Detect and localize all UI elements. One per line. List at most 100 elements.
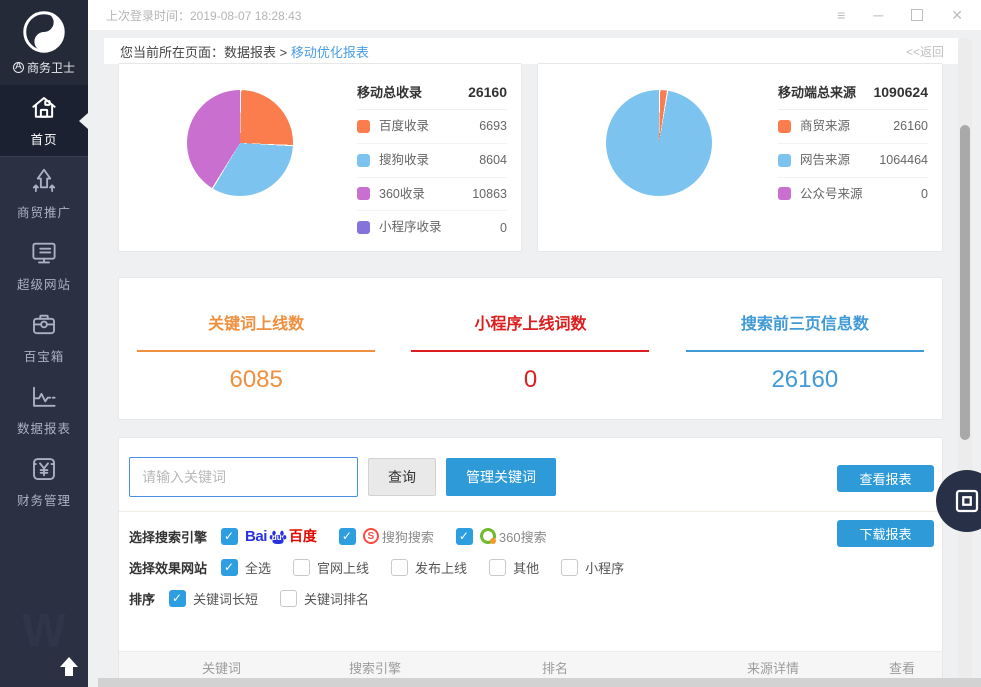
- mobile-index-legend: 移动总收录 26160 百度收录 6693 搜狗收录 8604 360收录 10…: [357, 82, 507, 244]
- breadcrumb: 您当前所在页面：数据报表 > 移动优化报表: [120, 42, 369, 61]
- sidebar-item-label: 超级网站: [17, 274, 71, 293]
- engine-option-baidu[interactable]: Bai du 百度: [221, 526, 317, 546]
- download-report-button[interactable]: 下载报表: [837, 520, 934, 547]
- legend-swatch: [778, 120, 791, 133]
- checkbox[interactable]: [280, 590, 297, 607]
- keyword-search-input[interactable]: [129, 457, 358, 497]
- sidebar-item-label: 数据报表: [17, 418, 71, 437]
- checkbox[interactable]: [489, 559, 506, 576]
- vertical-scrollbar[interactable]: [958, 38, 972, 687]
- sort-option-length[interactable]: 关键词长短: [169, 589, 258, 608]
- app-logo-block: w A 商务卫士: [0, 0, 88, 85]
- engine-option-sogou[interactable]: S 搜狗搜索: [339, 527, 434, 546]
- search-row: 查询 管理关键词 查看报表 下载报表: [119, 438, 942, 512]
- checkbox[interactable]: [221, 559, 238, 576]
- checkbox[interactable]: [221, 528, 238, 545]
- scrollbar-thumb[interactable]: [960, 125, 970, 440]
- website-icon: [29, 238, 59, 268]
- sogou-logo-icon: S: [363, 528, 379, 544]
- close-icon[interactable]: ✕: [951, 8, 963, 22]
- maximize-icon[interactable]: [911, 9, 923, 21]
- checkbox[interactable]: [169, 590, 186, 607]
- site-option-other[interactable]: 其他: [489, 558, 539, 577]
- horizontal-scrollbar[interactable]: [98, 678, 981, 687]
- sidebar-item-label: 首页: [30, 129, 57, 148]
- mobile-source-legend: 移动端总来源 1090624 商贸来源 26160 网告来源 1064464 公…: [778, 82, 928, 210]
- keyword-filter-card: 查询 管理关键词 查看报表 下载报表 选择搜索引擎 Bai du: [118, 437, 943, 686]
- baidu-logo-icon: Bai du 百度: [245, 526, 317, 546]
- legend-item: 360收录 10863: [357, 178, 507, 212]
- app-logo-icon: w: [22, 10, 66, 54]
- sort-option-rank[interactable]: 关键词排名: [280, 589, 369, 608]
- main-content: 您当前所在页面：数据报表 > 移动优化报表 <<返回 移动总收录 26160 百…: [88, 30, 981, 687]
- breadcrumb-prefix: 您当前所在页面：: [120, 45, 224, 60]
- sidebar-item-finance[interactable]: 财务管理: [0, 445, 88, 517]
- breadcrumb-section[interactable]: 数据报表: [224, 45, 276, 60]
- finance-icon: [29, 454, 59, 484]
- mobile-source-pie-chart: [606, 90, 712, 196]
- legend-item: 百度收录 6693: [357, 110, 507, 144]
- sidebar-watermark: W: [0, 603, 88, 657]
- active-notch: [79, 113, 88, 129]
- query-button[interactable]: 查询: [368, 458, 436, 496]
- legend-swatch: [778, 187, 791, 200]
- brand-name: A 商务卫士: [13, 59, 75, 76]
- last-login-text: 上次登录时间：2019-08-07 18:28:43: [106, 7, 301, 24]
- report-icon: [29, 382, 59, 412]
- chart-total: 26160: [468, 84, 507, 100]
- sidebar: w A 商务卫士 首页 商贸推广 超级网站 百宝箱 数据报表: [0, 0, 88, 687]
- checkbox[interactable]: [456, 528, 473, 545]
- mobile-index-pie-chart: [187, 90, 293, 196]
- minimize-icon[interactable]: ─: [873, 8, 883, 22]
- sidebar-item-toolbox[interactable]: 百宝箱: [0, 301, 88, 373]
- svg-text:w: w: [45, 17, 54, 28]
- checkbox[interactable]: [561, 559, 578, 576]
- engine-option-360[interactable]: 360搜索: [456, 527, 547, 546]
- site-row-label: 选择效果网站: [129, 558, 207, 577]
- breadcrumb-current[interactable]: 移动优化报表: [291, 45, 369, 60]
- chart-total: 1090624: [873, 84, 928, 100]
- sidebar-item-promotion[interactable]: 商贸推广: [0, 157, 88, 229]
- legend-swatch: [357, 187, 370, 200]
- back-link[interactable]: <<返回: [906, 43, 944, 60]
- engine-select-row: 选择搜索引擎 Bai du 百度: [119, 520, 942, 552]
- checkbox[interactable]: [293, 559, 310, 576]
- manage-keywords-button[interactable]: 管理关键词: [446, 458, 556, 496]
- stat-keywords-online: 关键词上线数 6085: [119, 278, 393, 419]
- site-option-publish[interactable]: 发布上线: [391, 558, 467, 577]
- mobile-index-card: 移动总收录 26160 百度收录 6693 搜狗收录 8604 360收录 10…: [118, 63, 522, 252]
- site-option-official[interactable]: 官网上线: [293, 558, 369, 577]
- promote-icon: [29, 166, 59, 196]
- legend-swatch: [357, 154, 370, 167]
- chart-title: 移动端总来源: [778, 82, 856, 101]
- view-report-button[interactable]: 查看报表: [837, 465, 934, 492]
- scroll-top-arrow-icon[interactable]: [58, 657, 80, 679]
- stats-card: 关键词上线数 6085 小程序上线词数 0 搜索前三页信息数 26160: [118, 277, 943, 420]
- stat-top3-pages: 搜索前三页信息数 26160: [668, 278, 942, 419]
- site-select-row: 选择效果网站 全选 官网上线 发布上线 其他 小程序: [119, 552, 942, 583]
- legend-item: 小程序收录 0: [357, 211, 507, 244]
- qr-spiral-icon: [952, 486, 981, 516]
- brand-badge-icon: A: [13, 62, 24, 73]
- sidebar-item-label: 百宝箱: [24, 346, 65, 365]
- breadcrumb-separator: >: [276, 45, 291, 60]
- sidebar-item-home[interactable]: 首页: [0, 85, 88, 157]
- legend-swatch: [357, 221, 370, 234]
- checkbox[interactable]: [391, 559, 408, 576]
- stat-miniprogram-words: 小程序上线词数 0: [393, 278, 667, 419]
- home-icon: [29, 93, 59, 123]
- chart-title: 移动总收录: [357, 82, 422, 101]
- legend-swatch: [778, 154, 791, 167]
- sidebar-item-data-report[interactable]: 数据报表: [0, 373, 88, 445]
- legend-item: 网告来源 1064464: [778, 144, 928, 178]
- checkbox[interactable]: [339, 528, 356, 545]
- menu-icon[interactable]: ≡: [837, 8, 845, 22]
- toolbox-icon: [29, 310, 59, 340]
- site-option-all[interactable]: 全选: [221, 558, 271, 577]
- sidebar-item-super-website[interactable]: 超级网站: [0, 229, 88, 301]
- sidebar-item-label: 财务管理: [17, 490, 71, 509]
- legend-item: 商贸来源 26160: [778, 110, 928, 144]
- site-option-miniprogram[interactable]: 小程序: [561, 558, 624, 577]
- legend-item: 公众号来源 0: [778, 178, 928, 211]
- title-bar: 上次登录时间：2019-08-07 18:28:43 ≡ ─ ✕: [88, 0, 981, 30]
